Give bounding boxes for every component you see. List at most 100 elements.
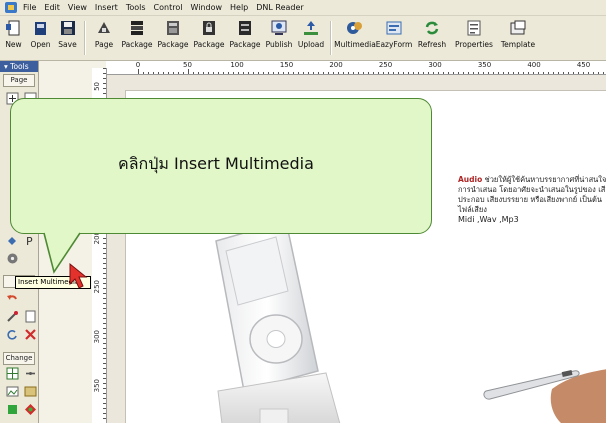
vruler-tick <box>103 333 106 334</box>
vruler-tick <box>103 413 106 414</box>
image-icon <box>6 386 18 396</box>
vruler-tick <box>103 378 106 379</box>
hruler-tick <box>518 72 519 74</box>
open-button[interactable]: Open <box>27 16 54 49</box>
menu-file[interactable]: File <box>19 0 40 15</box>
menu-tools[interactable]: Tools <box>122 0 150 15</box>
open-folder-icon <box>34 22 46 35</box>
publish-button[interactable]: Publish <box>263 16 295 49</box>
package-button-2[interactable]: Package <box>155 16 191 49</box>
menu-edit[interactable]: Edit <box>40 0 64 15</box>
package-button-1[interactable]: Package <box>119 16 155 49</box>
hruler-tick <box>488 72 489 74</box>
properties-icon <box>467 20 481 36</box>
hruler-tick <box>453 72 454 74</box>
picture-tool[interactable] <box>23 384 37 398</box>
new-document-icon <box>5 20 19 36</box>
color-tool[interactable] <box>5 402 19 416</box>
publish-label: Publish <box>265 40 293 49</box>
remote-control-image <box>483 369 606 423</box>
section-page-label: Page <box>3 74 35 87</box>
undo-tool[interactable] <box>5 291 19 305</box>
blank-page-icon <box>25 310 35 322</box>
vruler-tick <box>103 418 106 419</box>
hruler-tick <box>483 72 484 74</box>
hruler-tick <box>538 72 539 74</box>
new-button[interactable]: New <box>0 16 27 49</box>
shape-tool[interactable] <box>23 402 37 416</box>
hruler-tick <box>143 72 144 74</box>
properties-button[interactable]: Properties <box>451 16 497 49</box>
app-logo-icon[interactable] <box>5 2 17 13</box>
hruler-tick <box>368 72 369 74</box>
hruler-tick <box>413 72 414 74</box>
vruler-tick <box>103 253 106 254</box>
vruler-tick <box>103 313 106 314</box>
hruler-tick <box>298 72 299 74</box>
page-icon <box>98 22 110 33</box>
new-label: New <box>5 40 22 49</box>
hruler-tick <box>548 72 549 74</box>
page-copy-tool[interactable] <box>23 309 37 323</box>
hruler-tick <box>218 72 219 74</box>
delete-x-icon <box>24 328 36 340</box>
svg-text:P: P <box>26 235 33 247</box>
menu-control[interactable]: Control <box>150 0 187 15</box>
vruler-tick <box>103 88 106 89</box>
vruler-tick <box>103 393 106 394</box>
vruler-tick <box>103 323 106 324</box>
paint-tool[interactable] <box>5 233 19 247</box>
vruler-tick <box>103 278 106 279</box>
hruler-tick <box>173 72 174 74</box>
menu-view[interactable]: View <box>64 0 91 15</box>
hruler-tick <box>228 72 229 74</box>
template-button[interactable]: Template <box>497 16 539 49</box>
publish-icon <box>271 20 287 35</box>
multimedia-label: Multimedia <box>334 40 376 49</box>
vruler-tick <box>103 338 106 339</box>
page-button[interactable]: Page <box>89 16 119 49</box>
hruler-tick <box>468 72 469 74</box>
vruler-tick <box>103 288 106 289</box>
package-button-3[interactable]: Package <box>191 16 227 49</box>
hruler-tick <box>318 72 319 74</box>
save-button[interactable]: Save <box>54 16 81 49</box>
vruler-tick <box>103 403 106 404</box>
hruler-tick <box>423 72 424 74</box>
hruler-tick <box>573 72 574 74</box>
refresh-button[interactable]: Refresh <box>413 16 451 49</box>
package-icon <box>131 21 143 35</box>
hruler-tick <box>203 72 204 74</box>
hruler-tick <box>578 72 579 74</box>
grid-tool[interactable] <box>5 366 19 380</box>
vruler-tick <box>103 248 106 249</box>
menu-window[interactable]: Window <box>186 0 226 15</box>
wand-tool[interactable] <box>5 309 19 323</box>
vruler-tick <box>103 343 106 344</box>
hruler-label: 450 <box>576 61 591 69</box>
upload-button[interactable]: Upload <box>295 16 327 49</box>
menu-insert[interactable]: Insert <box>91 0 122 15</box>
hruler-tick <box>493 72 494 74</box>
text-tool[interactable]: P <box>23 233 37 247</box>
hruler-tick <box>243 72 244 74</box>
easyform-button[interactable]: EazyForm <box>375 16 413 49</box>
mouse-cursor-icon <box>69 262 88 289</box>
menu-help[interactable]: Help <box>226 0 252 15</box>
image-tool[interactable] <box>5 384 19 398</box>
hruler-tick <box>473 72 474 74</box>
tools-header-label: Tools <box>10 62 29 71</box>
package-button-4[interactable]: Package <box>227 16 263 49</box>
toolbar-separator <box>84 21 86 55</box>
menu-dnl-reader[interactable]: DNL Reader <box>252 0 307 15</box>
delete-tool[interactable] <box>23 327 37 341</box>
hruler-tick <box>598 72 599 74</box>
multimedia-button[interactable]: Multimedia <box>334 16 376 49</box>
magic-wand-icon <box>6 310 18 322</box>
multimedia-insert-tool[interactable] <box>5 251 19 265</box>
audio-formats: Midi ,Wav ,Mp3 <box>458 215 519 224</box>
rotate-tool[interactable] <box>5 327 19 341</box>
minus-tool[interactable] <box>23 366 37 380</box>
landscape-icon <box>24 386 36 396</box>
vruler-tick <box>103 383 106 384</box>
